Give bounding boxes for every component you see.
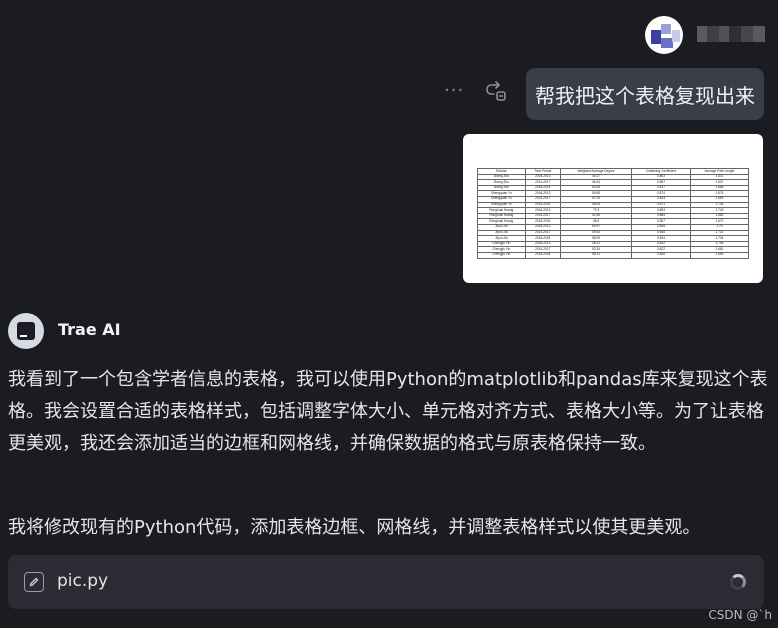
terminal-icon	[17, 322, 35, 340]
table-cell: 58.31	[560, 251, 633, 259]
table-cell: 0.806	[631, 251, 691, 259]
retry-icon[interactable]	[484, 80, 508, 104]
assistant-avatar	[8, 313, 44, 349]
watermark: CSDN @`h	[708, 608, 772, 622]
table-cell: 1.659	[689, 251, 750, 259]
user-avatar[interactable]	[645, 16, 683, 54]
assistant-paragraph-1: 我看到了一个包含学者信息的表格，我可以使用Python的matplotlib和p…	[8, 369, 768, 454]
user-message-text: 帮我把这个表格复现出来	[535, 83, 755, 108]
chat-window: ··· 帮我把这个表格复现出来 Scholar Time Period Weight…	[0, 0, 778, 628]
assistant-paragraph-2: 我将修改现有的Python代码，添加表格边框、网格线，并调整表格样式以使其更美观…	[8, 517, 701, 538]
table-preview: Scholar Time Period Weighted Average Degre…	[477, 168, 750, 259]
table-cell: 2018-2024	[524, 251, 562, 259]
edit-file-icon	[24, 572, 44, 592]
user-message-bubble: 帮我把这个表格复现出来	[526, 68, 764, 120]
user-name-redacted	[697, 26, 765, 42]
loading-spinner	[730, 574, 746, 590]
file-edit-card[interactable]: pic.py	[8, 555, 764, 609]
table-cell: Chengjiu Yin	[477, 251, 526, 259]
assistant-name: Trae AI	[58, 320, 121, 339]
ellipsis-icon[interactable]: ···	[444, 80, 464, 101]
file-name[interactable]: pic.py	[57, 571, 108, 591]
table-row: Chengjiu Yin 2018-2024 58.31 0.806 1.659	[477, 251, 750, 259]
attached-table-image[interactable]: Scholar Time Period Weighted Average Degre…	[463, 134, 763, 283]
